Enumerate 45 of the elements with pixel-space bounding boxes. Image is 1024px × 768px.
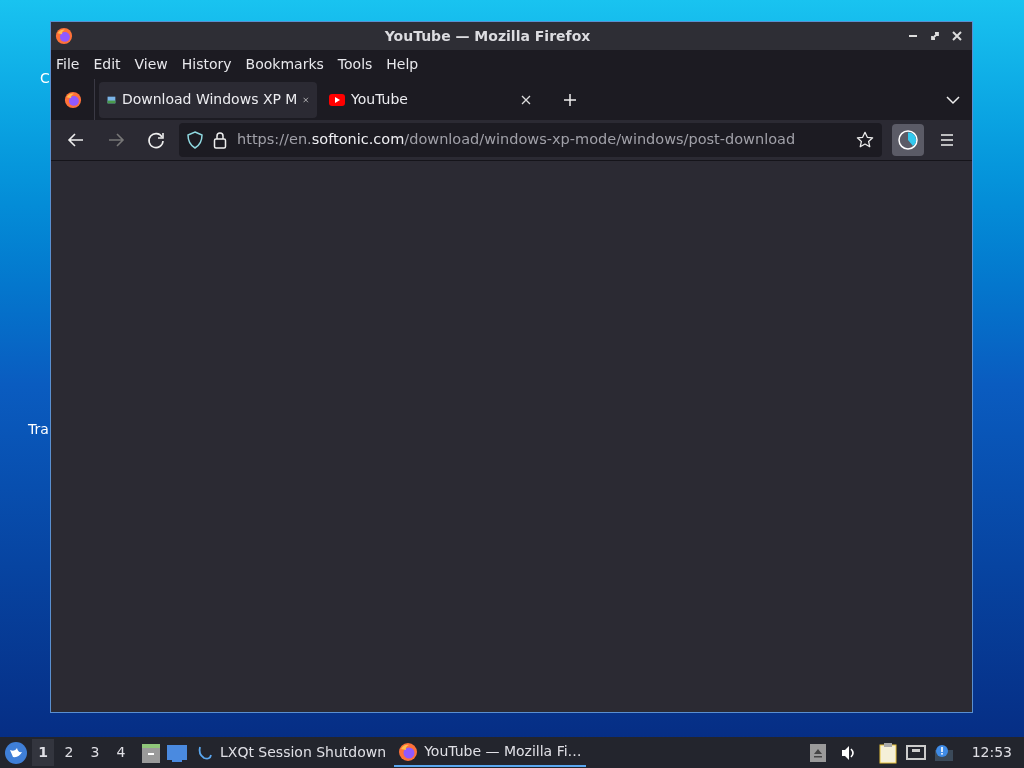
bird-icon[interactable] [4, 740, 28, 765]
browser-tab[interactable]: Download Windows XP M [99, 81, 317, 118]
menu-item[interactable]: File [56, 54, 80, 75]
file-cabinet-icon[interactable] [140, 741, 162, 764]
extension-button[interactable] [892, 124, 924, 156]
window-title: YouTube — Mozilla Firefox [383, 26, 592, 46]
menu-item[interactable]: View [134, 54, 168, 75]
eject-icon[interactable] [809, 743, 826, 762]
taskbar-task[interactable]: LXQt Session Shutdown [192, 738, 391, 767]
url-text: https://en.softonic.com/download/windows-xp-mode/windows/post-download [237, 130, 797, 150]
clipboard-icon[interactable] [877, 741, 898, 764]
tab-title: Download Windows XP M [121, 90, 298, 109]
firefox-icon [63, 90, 82, 109]
workspace-button[interactable]: 4 [110, 739, 132, 766]
tab-title: YouTube [351, 90, 409, 109]
chevron-down-icon[interactable] [946, 94, 960, 105]
task-label: YouTube — Mozilla Fi… [424, 742, 582, 761]
network-icon[interactable] [905, 743, 926, 762]
plus-icon[interactable] [563, 92, 577, 107]
maximize-icon[interactable] [930, 31, 940, 41]
menu-item[interactable]: Help [386, 54, 419, 75]
taskbar-task[interactable]: YouTube — Mozilla Fi… [394, 738, 586, 767]
workspace-button[interactable]: 1 [32, 739, 54, 766]
lock-icon[interactable] [213, 131, 227, 149]
menu-item[interactable]: Bookmarks [245, 54, 324, 75]
task-label: LXQt Session Shutdown [220, 743, 387, 762]
pie-icon [897, 129, 919, 151]
close-icon[interactable] [521, 94, 531, 105]
close-icon[interactable] [952, 31, 962, 41]
clock[interactable]: 12:53 [971, 742, 1012, 763]
address-bar[interactable]: https://en.softonic.com/download/windows-xp-mode/windows/post-download [179, 123, 882, 157]
browser-tab[interactable]: YouTube [321, 81, 539, 118]
desktop-icon-label[interactable]: Tra [28, 419, 49, 440]
shield-icon[interactable] [187, 131, 203, 149]
workspace-button[interactable]: 3 [84, 739, 106, 766]
firefox-icon [398, 741, 419, 762]
play-icon [329, 93, 345, 106]
star-icon[interactable] [856, 131, 874, 149]
alert-icon[interactable] [933, 743, 954, 762]
workspace-button[interactable]: 2 [58, 739, 80, 766]
desktop-icon[interactable] [166, 742, 188, 763]
menu-item[interactable]: Tools [337, 54, 373, 75]
menu-item[interactable]: History [181, 54, 232, 75]
firefox-icon [55, 27, 73, 45]
menu-item[interactable]: Edit [93, 54, 121, 75]
